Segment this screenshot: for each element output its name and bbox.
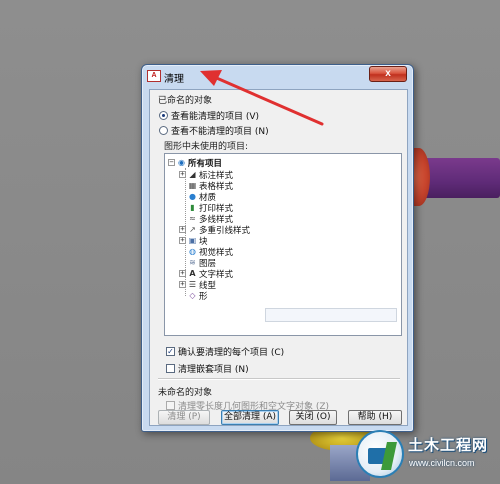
expand-icon[interactable]: + [179,171,186,178]
all-items-icon: ◉ [178,158,185,167]
collapse-icon[interactable]: − [168,159,175,166]
expand-icon[interactable]: + [179,270,186,277]
tree-item-material[interactable]: ● 材质 [188,191,216,203]
tree-item-layer[interactable]: ≋ 图层 [188,257,216,269]
block-icon: ▣ [188,236,197,245]
shape-icon: ◇ [189,291,196,300]
close-icon[interactable]: x [369,66,407,82]
radio-view-purgeable[interactable]: 查看能清理的项目 (V) [159,109,260,122]
tree-item-dimension-style[interactable]: + ◢ 标注样式 [179,169,233,181]
tree-item-multiline-style[interactable]: ≈ 多线样式 [188,213,233,225]
radio-view-purgeable-label: 查看能清理的项目 (V) [171,111,260,122]
checkbox-purge-nested[interactable]: 清理嵌套项目 (N) [166,362,249,375]
tree-root-all-items[interactable]: − ◉ 所有项目 [168,157,223,169]
unnamed-objects-group-label: 未命名的对象 [158,388,213,398]
close-button[interactable]: 关闭 (O) [289,410,337,425]
dialog-title: 清理 [164,74,184,85]
tree-item-visual-style[interactable]: ◍ 视觉样式 [188,246,233,258]
tree-item-label: 形 [199,291,208,302]
checkbox-confirm-each[interactable]: ✓ 确认要清理的每个项目 (C) [166,345,285,358]
text-style-icon: A [189,269,196,278]
visual-style-icon: ◍ [189,247,196,256]
tree-item-text-style[interactable]: + A 文字样式 [179,268,233,280]
tree-item-shape[interactable]: ◇ 形 [188,290,208,302]
layer-icon: ≋ [189,258,196,267]
linetype-icon: ☰ [188,280,197,289]
tree-item-mleader-style[interactable]: + ↗ 多重引线样式 [179,224,250,236]
checkbox-disabled-icon[interactable] [166,400,175,410]
radio-selected-indicator[interactable] [159,110,168,120]
checkbox-checked-icon[interactable]: ✓ [166,346,175,356]
site-watermark: 土木工程网 www.civilcn.com [356,428,496,480]
purge-dialog: A 清理 x 已命名的对象 查看能清理的项目 (V) 查看不能清理的项目 (N)… [141,64,414,432]
radio-view-unpurgeable-label: 查看不能清理的项目 (N) [171,126,269,137]
blurred-overlay-box [265,308,397,322]
checkbox-confirm-label: 确认要清理的每个项目 (C) [178,347,285,358]
watermark-name: 土木工程网 [408,436,489,454]
help-button[interactable]: 帮助 (H) [348,410,402,425]
mleader-style-icon: ↗ [189,225,196,234]
expand-icon[interactable]: + [179,226,186,233]
radio-unselected-indicator[interactable] [159,125,168,135]
tree-root-label: 所有项目 [188,158,223,169]
multiline-style-icon: ≈ [189,214,196,223]
unused-items-label: 图形中未使用的项目: [164,142,249,152]
tree-item-plot-style[interactable]: ▮ 打印样式 [188,202,233,214]
checkbox-unchecked-icon[interactable] [166,363,175,373]
named-objects-group-label: 已命名的对象 [158,96,213,106]
purge-tree-view[interactable]: − ◉ 所有项目 + ◢ 标注样式 ▦ 表格样式 ● 材质 ▮ 打印样式 ≈ 多… [164,153,402,336]
tree-item-block[interactable]: + ▣ 块 [179,235,208,247]
cad-3d-pipe-model [402,148,500,206]
watermark-logo-icon [356,430,404,478]
divider [158,378,400,380]
tree-item-linetype[interactable]: + ☰ 线型 [179,279,216,291]
table-style-icon: ▦ [188,181,197,190]
purge-button[interactable]: 清理 (P) [158,410,210,425]
purge-all-button[interactable]: 全部清理 (A) [221,410,279,425]
radio-view-unpurgeable[interactable]: 查看不能清理的项目 (N) [159,124,269,137]
tree-item-table-style[interactable]: ▦ 表格样式 [188,180,233,192]
autocad-app-icon: A [147,70,161,82]
dimension-style-icon: ◢ [189,170,196,179]
checkbox-nested-label: 清理嵌套项目 (N) [178,364,249,375]
expand-icon[interactable]: + [179,237,186,244]
expand-icon[interactable]: + [179,281,186,288]
dialog-client-area: 已命名的对象 查看能清理的项目 (V) 查看不能清理的项目 (N) 图形中未使用… [149,89,408,426]
watermark-url: www.civilcn.com [409,458,475,468]
plot-style-icon: ▮ [190,203,195,212]
dialog-titlebar[interactable]: A 清理 x [142,65,413,87]
material-icon: ● [189,192,196,201]
